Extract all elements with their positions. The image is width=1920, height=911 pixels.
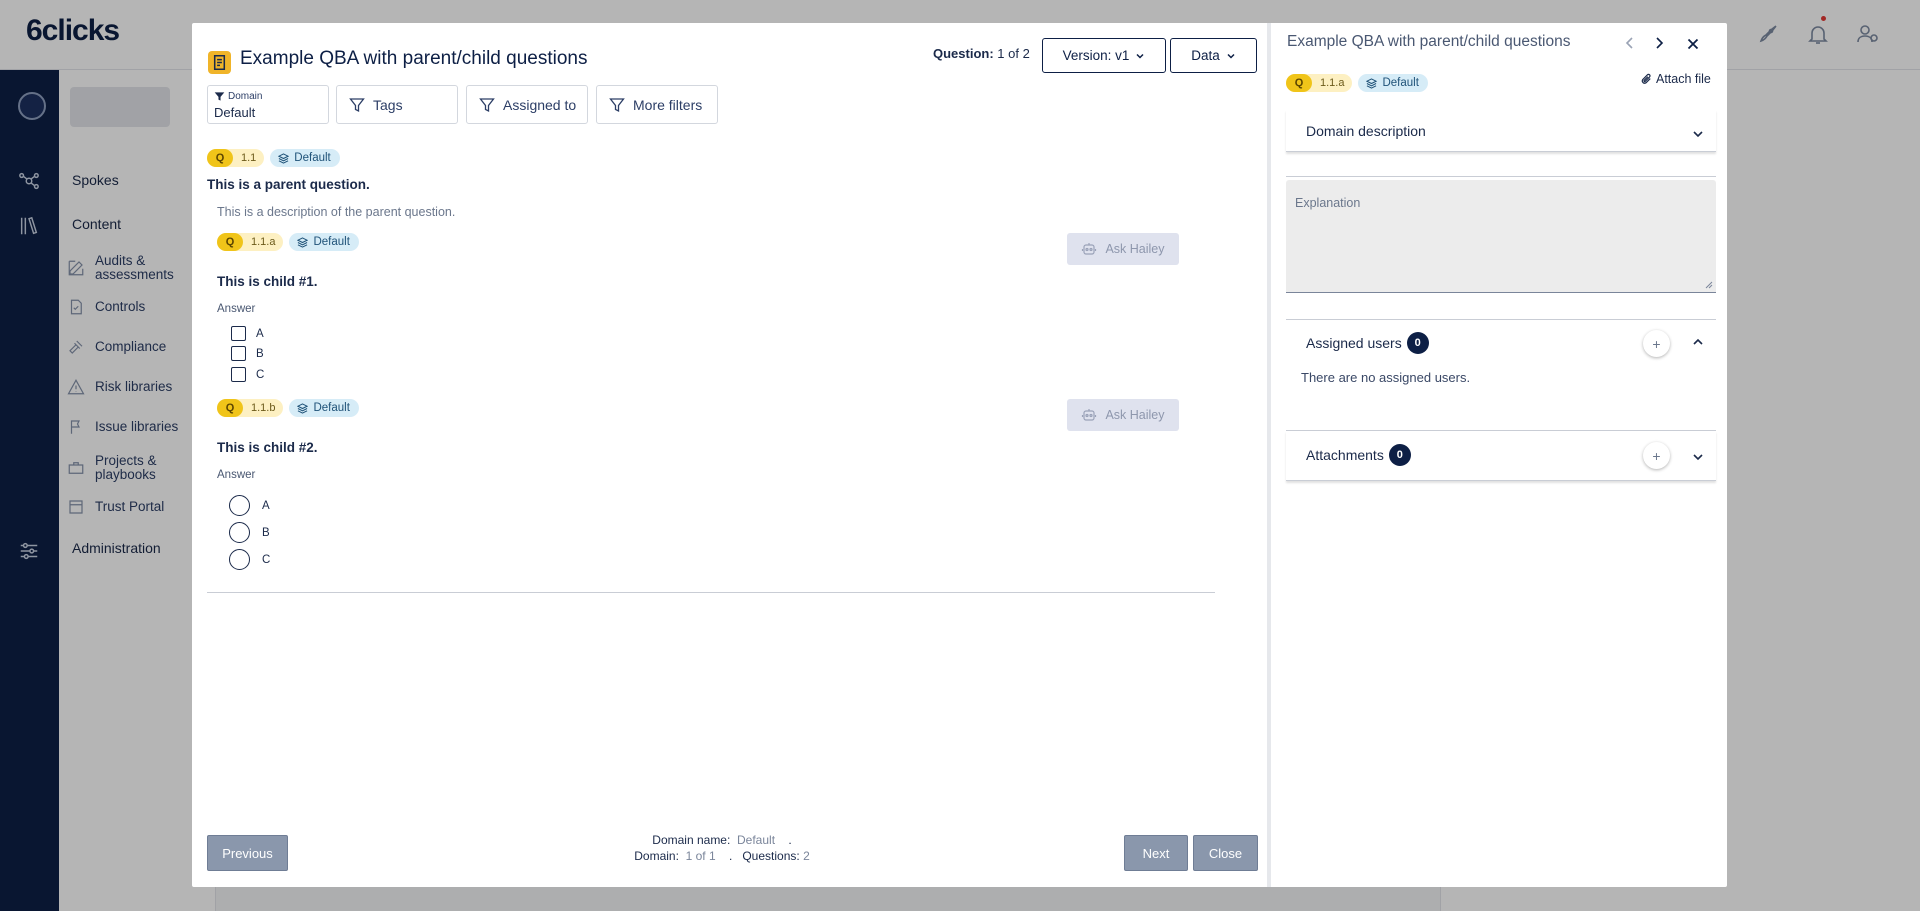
section-divider <box>207 592 1215 593</box>
chevron-down-icon <box>1227 53 1235 59</box>
layers-icon <box>297 236 309 248</box>
child-question-tags: Q 1.1.a Default <box>217 233 359 251</box>
layers-icon <box>278 152 290 164</box>
count-badge: 0 <box>1388 444 1411 466</box>
domain-description-accordion[interactable]: Domain description <box>1286 110 1716 177</box>
chevron-up-icon[interactable] <box>1691 335 1705 349</box>
questionnaire-pane: Example QBA with parent/child questions … <box>192 23 1267 887</box>
domain-tag: Default <box>289 233 359 251</box>
parent-question-title: This is a parent question. <box>207 177 370 192</box>
attachments-accordion: Attachments 0 + <box>1286 431 1716 481</box>
next-button[interactable]: Next <box>1124 835 1188 871</box>
parent-question-tags: Q 1.1 Default <box>207 149 340 167</box>
checkbox[interactable] <box>231 326 246 341</box>
checkbox-option-b[interactable]: B <box>231 346 264 361</box>
chevron-right-icon[interactable] <box>1651 35 1667 51</box>
child-question-title: This is child #2. <box>217 440 318 455</box>
filter-icon <box>609 97 625 112</box>
checkbox-option-a[interactable]: A <box>231 326 264 341</box>
explanation-field[interactable]: Explanation <box>1286 180 1716 293</box>
layers-icon <box>1366 77 1378 89</box>
radio-button[interactable] <box>229 495 250 516</box>
domain-tag: Default <box>270 149 340 167</box>
tags-filter[interactable]: Tags <box>336 85 458 124</box>
question-detail-pane: Example QBA with parent/child questions … <box>1271 23 1727 887</box>
close-button[interactable]: Close <box>1193 835 1258 871</box>
questionnaire-icon <box>208 51 231 74</box>
more-filters-button[interactable]: More filters <box>596 85 718 124</box>
close-icon[interactable] <box>1685 36 1701 52</box>
chevron-left-icon[interactable] <box>1622 35 1638 51</box>
answer-label: Answer <box>217 303 256 315</box>
domain-filter[interactable]: Domain Default <box>207 85 329 124</box>
radio-option-c[interactable]: C <box>229 549 270 570</box>
add-user-button[interactable]: + <box>1643 330 1670 357</box>
answer-label: Answer <box>217 469 256 481</box>
footer-summary: Domain name: Default . Domain: 1 of 1 . … <box>634 833 810 863</box>
layers-icon <box>297 402 309 414</box>
question-number-tag: Q 1.1 <box>207 149 265 167</box>
child-question-title: This is child #1. <box>217 274 318 289</box>
assigned-users-accordion: Assigned users 0 + There are no assigned… <box>1286 319 1716 431</box>
modal-title: Example QBA with parent/child questions <box>240 48 588 69</box>
ask-hailey-button[interactable]: Ask Hailey <box>1067 399 1179 431</box>
resize-grip-icon[interactable] <box>1704 280 1713 289</box>
question-number-tag: Q 1.1.a <box>1286 74 1353 92</box>
ask-hailey-button[interactable]: Ask Hailey <box>1067 233 1179 265</box>
robot-icon <box>1082 409 1097 421</box>
checkbox-option-c[interactable]: C <box>231 367 264 382</box>
paperclip-icon <box>1641 73 1651 84</box>
detail-question-tags: Q 1.1.a Default <box>1286 74 1428 92</box>
version-dropdown[interactable]: Version: v1 <box>1042 38 1166 73</box>
domain-tag: Default <box>289 399 359 417</box>
no-users-message: There are no assigned users. <box>1301 370 1471 385</box>
assigned-users-header[interactable]: Assigned users 0 <box>1306 332 1429 354</box>
parent-question-description: This is a description of the parent ques… <box>217 205 456 219</box>
radio-option-a[interactable]: A <box>229 495 270 516</box>
attachments-header[interactable]: Attachments 0 <box>1306 444 1411 466</box>
radio-button[interactable] <box>229 522 250 543</box>
radio-button[interactable] <box>229 549 250 570</box>
domain-description-label: Domain description <box>1306 123 1426 139</box>
filter-icon <box>349 97 365 112</box>
assigned-to-filter[interactable]: Assigned to <box>466 85 588 124</box>
robot-icon <box>1082 243 1097 255</box>
count-badge: 0 <box>1406 332 1429 354</box>
data-dropdown[interactable]: Data <box>1170 38 1257 73</box>
checkbox[interactable] <box>231 367 246 382</box>
attach-file-button[interactable]: Attach file <box>1640 72 1711 86</box>
chevron-down-icon[interactable] <box>1691 450 1705 464</box>
radio-option-b[interactable]: B <box>229 522 270 543</box>
filter-icon <box>214 92 225 101</box>
chevron-down-icon <box>1136 53 1144 59</box>
previous-button[interactable]: Previous <box>207 835 288 871</box>
child-question-tags: Q 1.1.b Default <box>217 399 359 417</box>
add-attachment-button[interactable]: + <box>1643 442 1670 469</box>
detail-title: Example QBA with parent/child questions <box>1287 33 1571 50</box>
question-modal: Example QBA with parent/child questions … <box>192 23 1727 887</box>
domain-tag: Default <box>1358 74 1428 92</box>
question-number-tag: Q 1.1.a <box>217 233 284 251</box>
chevron-down-icon[interactable] <box>1691 127 1705 141</box>
question-number-tag: Q 1.1.b <box>217 399 284 417</box>
question-counter: Question: 1 of 2 <box>933 46 1030 61</box>
checkbox[interactable] <box>231 346 246 361</box>
filter-icon <box>479 97 495 112</box>
